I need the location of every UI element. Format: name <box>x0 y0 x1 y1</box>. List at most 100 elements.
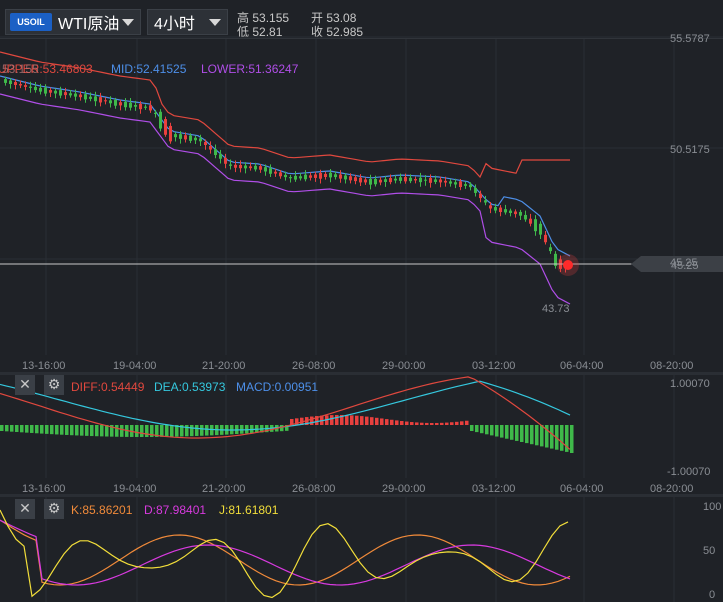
candle-body <box>279 172 282 177</box>
price-tick: 55.5787 <box>670 33 710 45</box>
candle-body <box>24 85 27 87</box>
time-tick-label: 13-16:00 <box>22 360 65 372</box>
candle-body <box>389 178 392 183</box>
candle-body <box>29 86 32 88</box>
macd-bar <box>535 425 539 446</box>
time-tick-label: 03-12:00 <box>472 483 515 495</box>
candle-body <box>454 182 457 185</box>
candle-body <box>424 179 427 181</box>
macd-bar <box>470 425 474 431</box>
d-line <box>0 519 571 586</box>
macd-bar <box>210 425 214 436</box>
candle-body <box>149 105 152 111</box>
macd-bar <box>310 416 314 425</box>
macd-bar <box>160 425 164 437</box>
macd-bar <box>40 425 44 434</box>
candle-body <box>334 174 337 178</box>
kdj-settings-button[interactable]: ⚙ <box>44 499 64 519</box>
candle-body <box>359 177 362 183</box>
macd-bar <box>345 415 349 425</box>
candle-body <box>84 94 87 100</box>
macd-bar <box>390 419 394 425</box>
candle-body <box>329 172 332 178</box>
candle-body <box>19 84 22 86</box>
macd-bar <box>400 421 404 425</box>
kdj-tick: 0 <box>709 589 715 601</box>
candle-body <box>539 223 542 235</box>
macd-bar <box>495 425 499 437</box>
macd-close-button[interactable]: ✕ <box>15 375 35 395</box>
candle-body <box>174 134 177 138</box>
macd-bar <box>50 425 54 435</box>
main-top-border <box>0 38 723 39</box>
macd-bar <box>560 425 564 451</box>
candle-body <box>4 79 7 83</box>
time-tick-label: 29-00:00 <box>382 360 425 372</box>
candle-body <box>239 164 242 169</box>
macd-settings-button[interactable]: ⚙ <box>44 375 64 395</box>
candle-body <box>164 119 167 135</box>
candle-body <box>139 103 142 110</box>
candle-body <box>179 134 182 139</box>
candle-body <box>209 146 212 150</box>
lower-band-line <box>0 93 571 305</box>
kdj-separator <box>0 494 723 497</box>
macd-bar <box>530 425 534 445</box>
candle-body <box>69 93 72 96</box>
candle-body <box>509 210 512 214</box>
kdj-close-button[interactable]: ✕ <box>15 499 35 519</box>
candle-body <box>294 175 297 180</box>
macd-bar <box>450 422 454 425</box>
time-axis-main: 13-16:00 19-04:00 21-20:00 26-08:00 29-00:00… <box>22 360 693 372</box>
macd-bar <box>460 421 464 425</box>
kdj-tick: 50 <box>703 545 715 557</box>
candle-body <box>354 177 357 182</box>
candle-body <box>109 100 112 104</box>
chart-canvas[interactable]: 45.25 43.73 55.5787 50.5175 45.25 UPPER:… <box>0 0 723 602</box>
time-tick-label: 08-20:00 <box>650 483 693 495</box>
candle-body <box>104 100 107 102</box>
macd-bar <box>105 425 109 437</box>
candle-body <box>319 172 322 179</box>
macd-diff-value: DIFF:0.54449 <box>71 380 145 394</box>
macd-top-tick: 1.00070 <box>670 378 710 390</box>
price-tick: 50.5175 <box>670 144 710 156</box>
macd-bar <box>35 425 39 434</box>
candle-body <box>264 167 267 172</box>
candle-body <box>59 90 62 96</box>
candle-body <box>514 211 517 215</box>
macd-bar <box>420 422 424 425</box>
candle-body <box>469 184 472 188</box>
macd-bar <box>365 416 369 425</box>
candle-body <box>364 179 367 183</box>
candle-body <box>169 125 172 142</box>
candle-body <box>249 166 252 169</box>
candle-body <box>384 179 387 182</box>
grid <box>0 36 723 602</box>
time-tick-label: 26-08:00 <box>292 360 335 372</box>
candlesticks <box>4 76 567 273</box>
candle-body <box>414 178 417 181</box>
k-line <box>0 519 571 586</box>
macd-bar <box>370 417 374 425</box>
macd-bar <box>170 425 174 437</box>
macd-bar <box>510 425 514 440</box>
macd-bar <box>120 425 124 437</box>
close-icon: ✕ <box>19 501 31 517</box>
macd-bar <box>80 425 84 436</box>
macd-bar <box>490 425 494 436</box>
macd-bar <box>135 425 139 437</box>
candle-body <box>449 181 452 184</box>
macd-dea-value: DEA:0.53973 <box>154 380 226 394</box>
macd-bar <box>335 415 339 425</box>
candle-body <box>114 99 117 106</box>
macd-bottom-tick: -1.00070 <box>667 466 710 478</box>
candle-body <box>194 137 197 141</box>
time-tick-label: 06-04:00 <box>560 360 603 372</box>
candle-body <box>219 154 222 159</box>
candle-body <box>269 168 272 174</box>
time-tick-label: 13-16:00 <box>22 483 65 495</box>
macd-bar <box>515 425 519 441</box>
candle-body <box>299 176 302 179</box>
candle-body <box>14 81 17 86</box>
